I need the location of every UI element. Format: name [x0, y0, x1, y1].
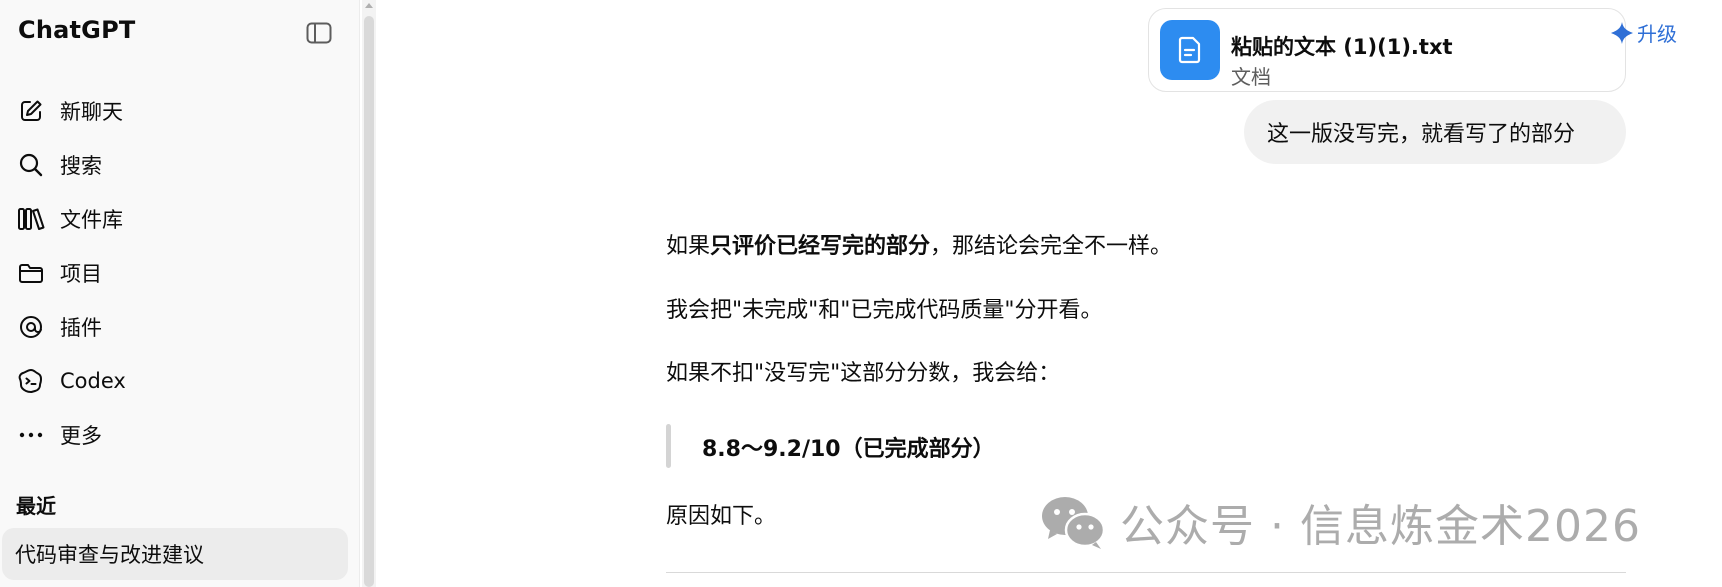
- sidebar-item-label: 新聊天: [60, 100, 123, 124]
- search-icon: [16, 150, 46, 180]
- sidebar-toggle-icon: [306, 22, 332, 44]
- answer-paragraph-2: 我会把"未完成"和"已完成代码质量"分开看。: [666, 298, 1103, 323]
- watermark-text: 公众号 · 信息炼金术2026: [1120, 501, 1641, 552]
- blockquote-score: 8.8～9.2/10（已完成部分）: [702, 437, 995, 462]
- scroll-up-arrow[interactable]: [362, 0, 376, 12]
- sidebar-item-search[interactable]: 搜索: [8, 138, 348, 192]
- attachment-name: 粘贴的文本 (1)(1).txt: [1231, 35, 1453, 59]
- sidebar-nav: 新聊天 搜索 文件库 项目 插件 Codex 更多: [8, 84, 348, 462]
- attachment-type: 文档: [1231, 65, 1271, 89]
- codex-icon: [16, 366, 46, 396]
- sidebar-item-label: Codex: [60, 369, 126, 393]
- sparkle-icon: [1611, 21, 1633, 44]
- answer-text: ，那结论会完全不一样。: [930, 234, 1173, 259]
- app-title[interactable]: ChatGPT: [18, 16, 135, 44]
- chevron-up-icon: [365, 3, 373, 8]
- upgrade-label: 升级: [1637, 22, 1677, 46]
- attachment-card[interactable]: 粘贴的文本 (1)(1).txt 文档: [1148, 8, 1626, 92]
- sidebar-item-codex[interactable]: Codex: [8, 354, 348, 408]
- folder-icon: [16, 258, 46, 288]
- answer-bold-text: 只评价已经写完的部分: [710, 234, 931, 259]
- upgrade-button[interactable]: 升级: [1610, 18, 1677, 47]
- recent-chat-item[interactable]: 代码审查与改进建议: [2, 528, 348, 580]
- recent-section-title: 最近: [16, 494, 56, 518]
- sidebar-item-label: 文件库: [60, 208, 123, 232]
- sidebar-item-label: 更多: [60, 424, 102, 448]
- document-icon: [1160, 20, 1220, 80]
- section-divider: [666, 572, 1626, 573]
- user-message-bubble: 这一版没写完，就看写了的部分: [1244, 100, 1626, 164]
- sidebar-item-label: 插件: [60, 316, 102, 340]
- sidebar-item-plugins[interactable]: 插件: [8, 300, 348, 354]
- sidebar-scrollbar-thumb[interactable]: [364, 16, 374, 587]
- watermark: 公众号 · 信息炼金术2026: [1040, 490, 1641, 554]
- sidebar-item-more[interactable]: 更多: [8, 408, 348, 462]
- sidebar-item-library[interactable]: 文件库: [8, 192, 348, 246]
- sidebar-toggle-button[interactable]: [302, 16, 336, 50]
- blockquote-bar: [666, 424, 671, 468]
- answer-paragraph-4: 原因如下。: [666, 504, 777, 529]
- new-chat-icon: [16, 96, 46, 126]
- library-icon: [16, 204, 46, 234]
- answer-paragraph-3: 如果不扣"没写完"这部分分数，我会给：: [666, 361, 1061, 386]
- wechat-icon: [1042, 497, 1106, 549]
- plugin-icon: [16, 312, 46, 342]
- sidebar-item-projects[interactable]: 项目: [8, 246, 348, 300]
- answer-text: 如果: [666, 234, 711, 259]
- sidebar-item-new-chat[interactable]: 新聊天: [8, 84, 348, 138]
- answer-paragraph-1: 如果只评价已经写完的部分，那结论会完全不一样。: [666, 228, 1172, 260]
- sidebar-item-label: 项目: [60, 262, 102, 286]
- sidebar: ChatGPT 新聊天 搜索 文件库 项目 插件 Codex 更多 最近 代码审…: [0, 0, 360, 587]
- sidebar-item-label: 搜索: [60, 154, 102, 178]
- more-icon: [16, 420, 46, 450]
